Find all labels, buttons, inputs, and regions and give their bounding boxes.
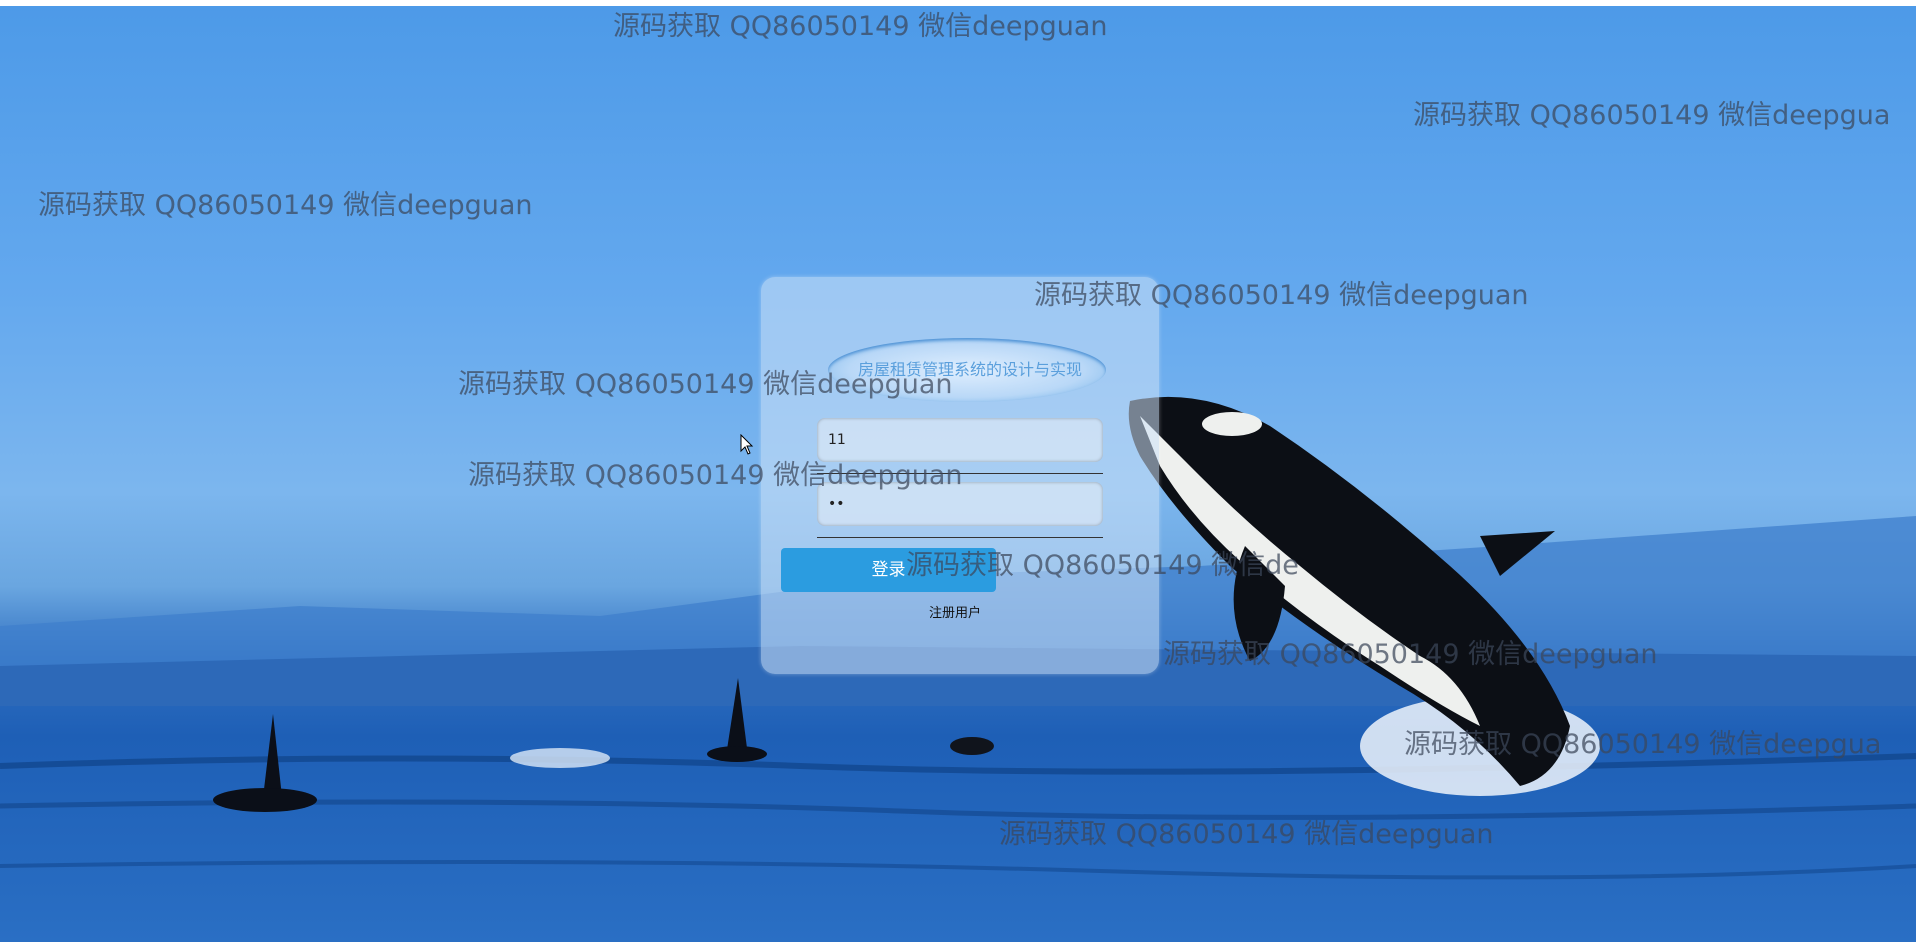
mouse-pointer-icon xyxy=(740,434,754,455)
login-button[interactable]: 登录 xyxy=(781,548,996,592)
password-input[interactable]: •• xyxy=(817,482,1103,526)
username-underline xyxy=(817,473,1103,474)
system-title: 房屋租赁管理系统的设计与实现 xyxy=(857,360,1082,379)
username-input[interactable]: 11 xyxy=(817,418,1103,462)
register-link[interactable]: 注册用户 xyxy=(910,602,1000,621)
password-underline xyxy=(817,537,1103,538)
